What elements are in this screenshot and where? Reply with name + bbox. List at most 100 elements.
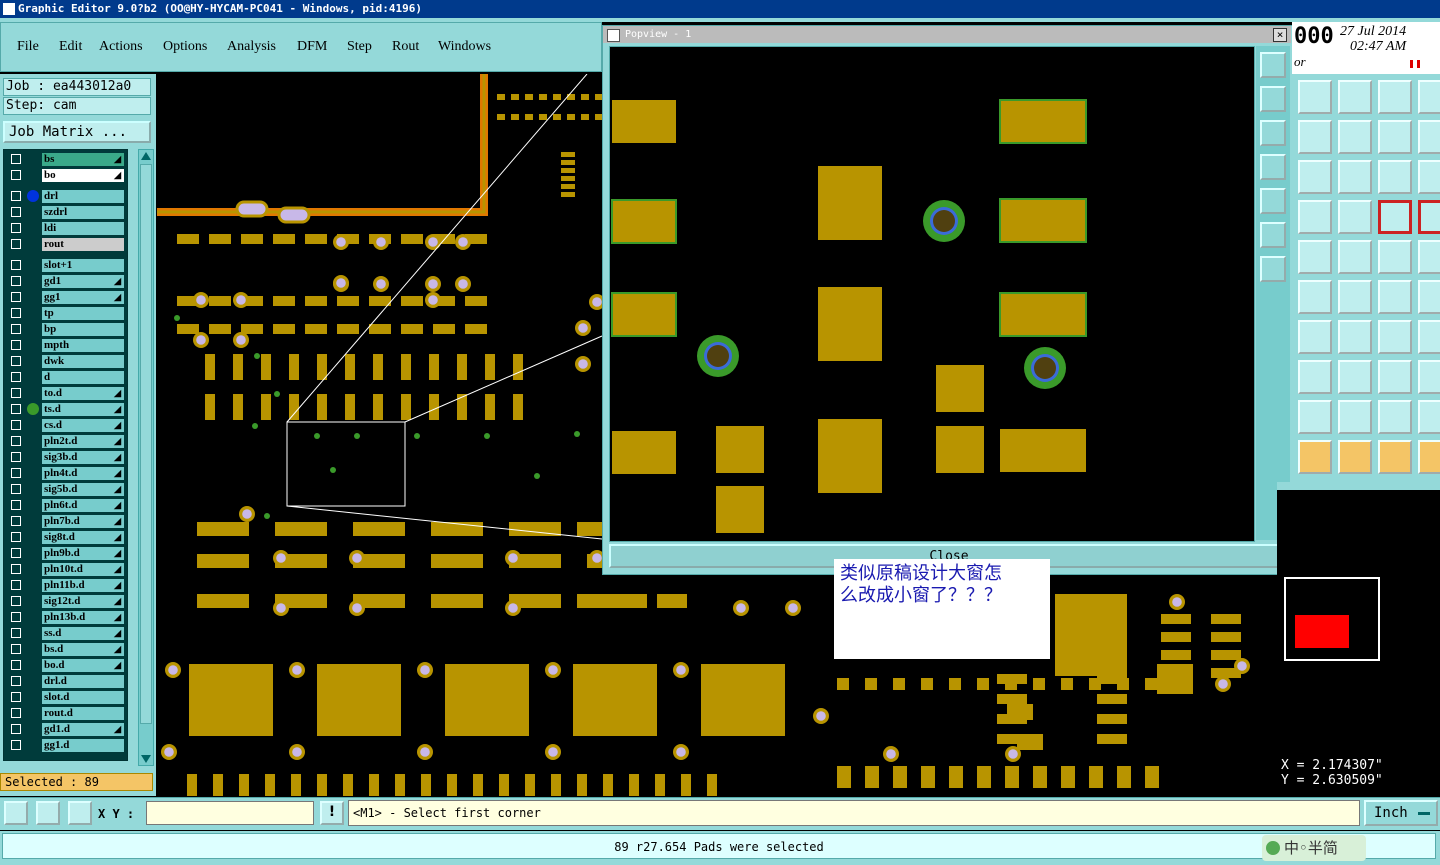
- tool-pan-icon[interactable]: [1298, 160, 1332, 194]
- layer-checkbox[interactable]: [11, 500, 21, 510]
- layer-row[interactable]: gg1.d: [4, 738, 126, 752]
- tool-point-icon[interactable]: [1298, 360, 1332, 394]
- menu-analysis[interactable]: Analysis: [227, 39, 276, 55]
- overview-map[interactable]: [1277, 482, 1440, 796]
- tool-select-icon[interactable]: [1298, 440, 1332, 474]
- layer-checkbox[interactable]: [11, 324, 21, 334]
- tool-connect-icon[interactable]: [1378, 280, 1412, 314]
- tool-tri4-icon[interactable]: [1418, 400, 1440, 434]
- layer-row[interactable]: bo ◢: [4, 168, 126, 182]
- layer-arrow-icon[interactable]: ◢: [114, 595, 121, 607]
- layer-row[interactable]: bs ◢: [4, 152, 126, 166]
- layer-row[interactable]: pln13b.d ◢: [4, 610, 126, 624]
- tool-line-icon[interactable]: [1298, 320, 1332, 354]
- tool-panel-icon[interactable]: [1418, 80, 1440, 114]
- xy-input[interactable]: [146, 801, 314, 825]
- layer-name[interactable]: gd1.d ◢: [42, 723, 124, 736]
- tool-layers2-icon[interactable]: [1418, 200, 1440, 234]
- layer-checkbox[interactable]: [11, 612, 21, 622]
- layer-checkbox[interactable]: [11, 207, 21, 217]
- scroll-down-icon[interactable]: [141, 755, 151, 763]
- tool-square-icon[interactable]: [1298, 120, 1332, 154]
- layer-checkbox[interactable]: [11, 276, 21, 286]
- layer-row[interactable]: pln2t.d ◢: [4, 434, 126, 448]
- tool-ruler-icon[interactable]: [1378, 240, 1412, 274]
- layer-checkbox[interactable]: [11, 154, 21, 164]
- tool-eye-icon[interactable]: [1298, 200, 1332, 234]
- layer-arrow-icon[interactable]: ◢: [114, 275, 121, 287]
- layer-row[interactable]: ldi: [4, 221, 126, 235]
- layer-checkbox[interactable]: [11, 516, 21, 526]
- layer-checkbox[interactable]: [11, 676, 21, 686]
- layer-name[interactable]: to.d ◢: [42, 387, 124, 400]
- layer-checkbox[interactable]: [11, 223, 21, 233]
- layer-name[interactable]: sig3b.d ◢: [42, 451, 124, 464]
- layer-checkbox[interactable]: [11, 372, 21, 382]
- layer-row[interactable]: d: [4, 370, 126, 384]
- layer-name[interactable]: rout: [42, 238, 124, 251]
- layer-checkbox[interactable]: [11, 292, 21, 302]
- layer-row[interactable]: bs.d ◢: [4, 642, 126, 656]
- layer-row[interactable]: slot+1: [4, 258, 126, 272]
- layer-checkbox[interactable]: [11, 420, 21, 430]
- menu-windows[interactable]: Windows: [438, 39, 491, 55]
- tool-layers-icon[interactable]: [1378, 200, 1412, 234]
- layer-checkbox[interactable]: [11, 452, 21, 462]
- layer-row[interactable]: drl: [4, 189, 126, 203]
- popview-close-icon[interactable]: ×: [1273, 28, 1287, 42]
- tool-select2-icon[interactable]: [1338, 440, 1372, 474]
- tool-select4-icon[interactable]: [1418, 440, 1440, 474]
- popview-zoom-in-icon[interactable]: [1260, 222, 1286, 248]
- menu-edit[interactable]: Edit: [59, 39, 82, 55]
- layer-name[interactable]: slot+1: [42, 259, 124, 272]
- layer-name[interactable]: pln7b.d ◢: [42, 515, 124, 528]
- layer-checkbox[interactable]: [11, 260, 21, 270]
- popview-right-icon[interactable]: [1260, 188, 1286, 214]
- scroll-thumb[interactable]: [140, 164, 152, 724]
- layer-checkbox[interactable]: [11, 308, 21, 318]
- popview-fit-icon[interactable]: [1260, 52, 1286, 78]
- layer-checkbox[interactable]: [11, 191, 21, 201]
- layer-name[interactable]: bs ◢: [42, 153, 124, 166]
- layer-row[interactable]: tp: [4, 306, 126, 320]
- layer-name[interactable]: rout.d: [42, 707, 124, 720]
- layer-checkbox[interactable]: [11, 468, 21, 478]
- layer-arrow-icon[interactable]: ◢: [114, 547, 121, 559]
- layer-row[interactable]: pln10t.d ◢: [4, 562, 126, 576]
- layer-name[interactable]: pln10t.d ◢: [42, 563, 124, 576]
- layer-row[interactable]: drl.d: [4, 674, 126, 688]
- layer-row[interactable]: ss.d ◢: [4, 626, 126, 640]
- warning-icon[interactable]: !: [320, 801, 344, 825]
- layer-name[interactable]: pln6t.d ◢: [42, 499, 124, 512]
- tool-tri2-icon[interactable]: [1338, 400, 1372, 434]
- layer-row[interactable]: pln4t.d ◢: [4, 466, 126, 480]
- layer-arrow-icon[interactable]: ◢: [114, 643, 121, 655]
- tool-measure-icon[interactable]: [1378, 360, 1412, 394]
- layer-row[interactable]: sig12t.d ◢: [4, 594, 126, 608]
- layer-row[interactable]: to.d ◢: [4, 386, 126, 400]
- layer-name[interactable]: tp: [42, 307, 124, 320]
- layer-name[interactable]: drl: [42, 190, 124, 203]
- menu-dfm[interactable]: DFM: [297, 39, 327, 55]
- layer-row[interactable]: gd1.d ◢: [4, 722, 126, 736]
- tool-route-icon[interactable]: [1418, 120, 1440, 154]
- layer-arrow-icon[interactable]: ◢: [114, 169, 121, 181]
- layer-name[interactable]: szdrl: [42, 206, 124, 219]
- layer-checkbox[interactable]: [11, 170, 21, 180]
- tool-help-icon[interactable]: [1418, 160, 1440, 194]
- layer-name[interactable]: pln11b.d ◢: [42, 579, 124, 592]
- tool-snap-icon[interactable]: [1298, 280, 1332, 314]
- layer-checkbox[interactable]: [11, 628, 21, 638]
- tool-dot-icon[interactable]: [1418, 240, 1440, 274]
- layer-checkbox[interactable]: [11, 340, 21, 350]
- layer-name[interactable]: pln13b.d ◢: [42, 611, 124, 624]
- ime-indicator[interactable]: 中◦半简: [1262, 835, 1366, 861]
- layer-arrow-icon[interactable]: ◢: [114, 579, 121, 591]
- tool-minus-icon[interactable]: [1338, 360, 1372, 394]
- grid-icon[interactable]: [68, 801, 92, 825]
- layer-name[interactable]: pln9b.d ◢: [42, 547, 124, 560]
- tool-view-icon[interactable]: [1298, 80, 1332, 114]
- unit-select[interactable]: Inch: [1364, 800, 1438, 826]
- layer-row[interactable]: sig5b.d ◢: [4, 482, 126, 496]
- layer-row[interactable]: sig3b.d ◢: [4, 450, 126, 464]
